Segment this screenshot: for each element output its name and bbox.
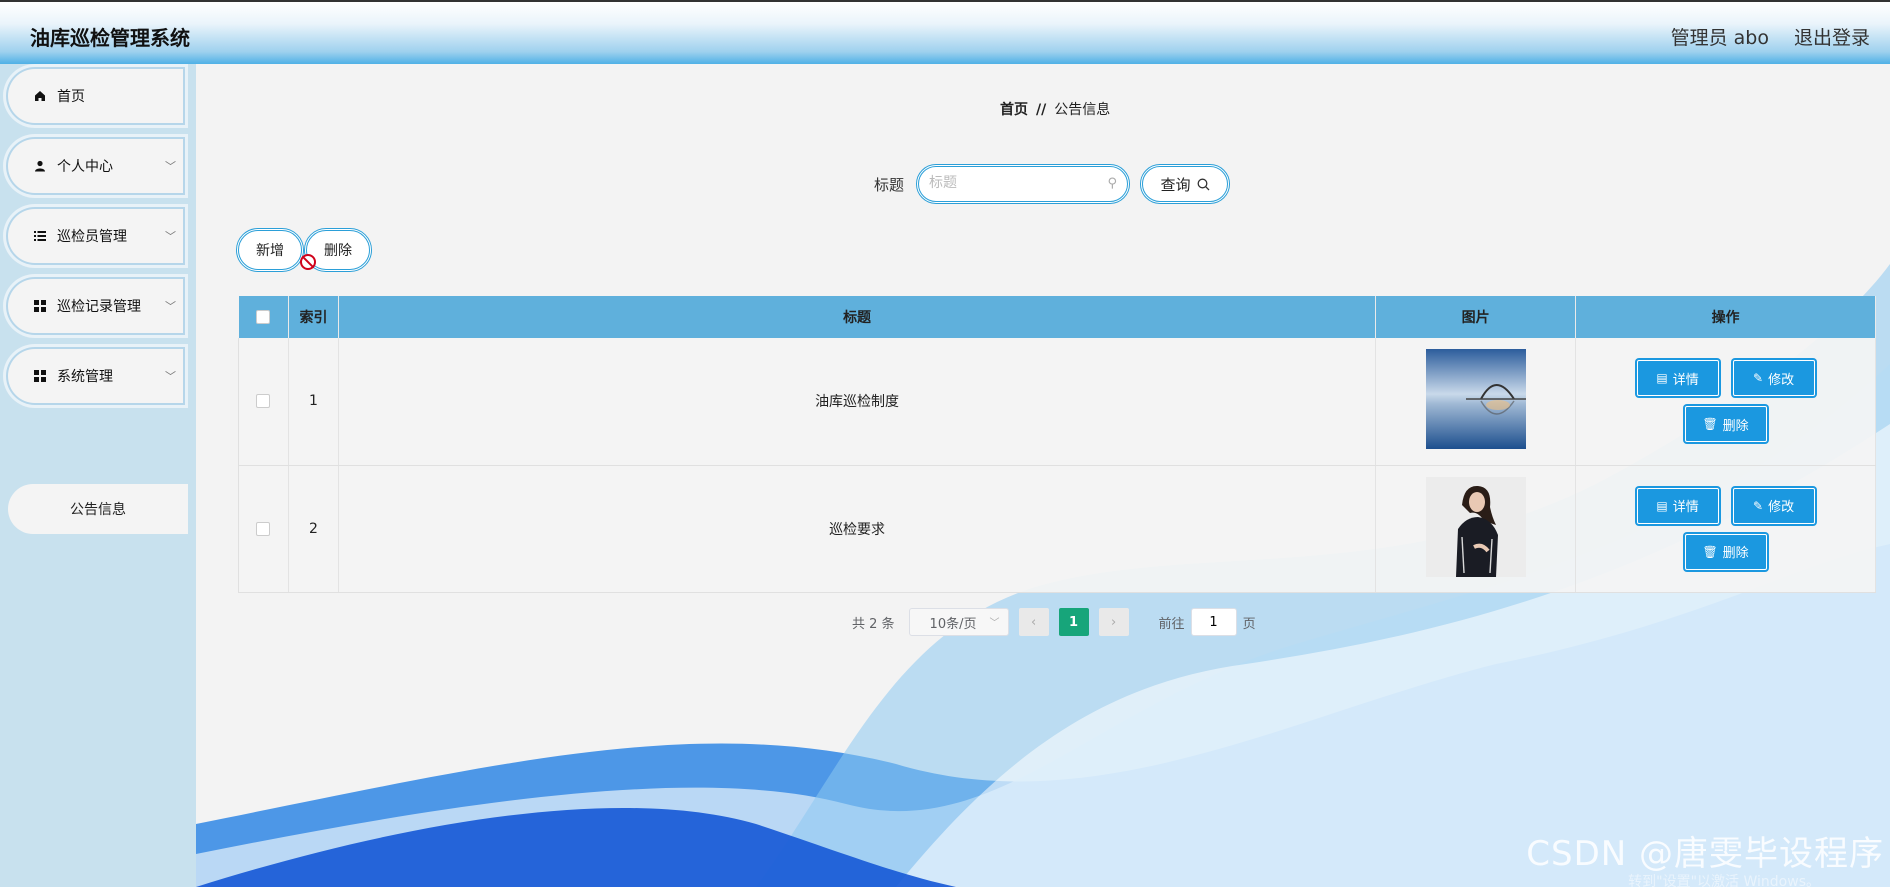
chevron-right-icon: › <box>1110 614 1117 630</box>
pagination: 共 2 条 10条/页 ﹀ ‹ 1 › 前往 页 <box>852 608 1256 636</box>
sidebar-item-label: 巡检员管理 <box>57 229 127 245</box>
search-icon: ⚲ <box>1107 176 1118 191</box>
query-button-label: 查询 <box>1160 175 1191 194</box>
column-header-image: 图片 <box>1375 296 1577 338</box>
column-header-title: 标题 <box>338 296 1377 338</box>
sidebar-item-label: 系统管理 <box>57 369 113 385</box>
row-actions: ▤ 详情 ✎ 修改 🗑 删除 <box>1575 338 1876 466</box>
search-label: 标题 <box>874 175 905 194</box>
pencil-icon: ✎ <box>1753 498 1764 513</box>
delete-label: 删除 <box>1722 546 1749 561</box>
trash-icon: 🗑 <box>1702 417 1718 432</box>
app-title: 油库巡检管理系统 <box>30 26 190 50</box>
logout-button[interactable]: 退出登录 <box>1794 23 1870 50</box>
chevron-down-icon: ﹀ <box>165 160 176 173</box>
detail-button[interactable]: ▤ 详情 <box>1636 360 1719 397</box>
search-icon <box>1197 178 1209 190</box>
notice-table: 索引 标题 图片 操作 1 油库巡检制度 ▤ 详情 ✎ 修改 🗑 删除 2 巡检… <box>238 296 1876 593</box>
table-row: 1 油库巡检制度 ▤ 详情 ✎ 修改 🗑 删除 <box>238 338 1876 466</box>
row-image-cell <box>1375 465 1577 593</box>
delete-button[interactable]: 🗑 删除 <box>1684 406 1767 443</box>
search-bar: 标题 ⚲ 查询 <box>874 164 1231 204</box>
detail-label: 详情 <box>1672 500 1699 515</box>
row-select-cell <box>238 465 289 593</box>
breadcrumb: 首页 // 公告信息 <box>1000 99 1110 119</box>
row-title: 油库巡检制度 <box>338 338 1377 466</box>
list-icon <box>31 230 49 242</box>
row-index: 2 <box>288 465 339 593</box>
header-user-area: 管理员 abo 退出登录 <box>1671 23 1870 50</box>
sidebar-item-profile[interactable]: 个人中心 ﹀ <box>3 134 188 198</box>
page-size-select[interactable]: 10条/页 ﹀ <box>908 608 1009 636</box>
sidebar-item-home[interactable]: 首页 <box>3 64 188 128</box>
notice-thumbnail-person[interactable] <box>1425 476 1526 577</box>
column-header-actions: 操作 <box>1575 296 1876 338</box>
windows-activation-notice: 转到"设置"以激活 Windows。 <box>1628 874 1820 887</box>
next-page-button[interactable]: › <box>1098 608 1129 636</box>
chevron-up-icon: ﹀ <box>165 370 176 383</box>
table-header-row: 索引 标题 图片 操作 <box>238 296 1876 338</box>
detail-button[interactable]: ▤ 详情 <box>1636 487 1719 524</box>
row-image-cell <box>1375 338 1577 466</box>
sidebar: 首页 个人中心 ﹀ 巡检员管理 ﹀ 巡检记录管理 ﹀ 系统管理 ﹀ 公告信息 <box>0 64 196 887</box>
add-button[interactable]: 新增 <box>236 228 304 272</box>
pagination-total: 共 2 条 <box>852 616 895 632</box>
row-actions: ▤ 详情 ✎ 修改 🗑 删除 <box>1575 465 1876 593</box>
search-input[interactable] <box>929 167 1100 199</box>
edit-label: 修改 <box>1768 500 1795 515</box>
sidebar-item-records[interactable]: 巡检记录管理 ﹀ <box>3 274 188 338</box>
edit-button[interactable]: ✎ 修改 <box>1732 487 1815 524</box>
grid-icon <box>31 370 49 382</box>
sidebar-item-label: 个人中心 <box>57 159 113 175</box>
row-checkbox[interactable] <box>256 521 271 536</box>
document-icon: ▤ <box>1656 371 1668 386</box>
search-field[interactable]: ⚲ <box>916 164 1131 204</box>
breadcrumb-home[interactable]: 首页 <box>1000 102 1028 118</box>
prev-page-button[interactable]: ‹ <box>1018 608 1049 636</box>
row-title: 巡检要求 <box>338 465 1377 593</box>
sidebar-item-label: 首页 <box>57 89 85 105</box>
edit-button[interactable]: ✎ 修改 <box>1732 360 1815 397</box>
sidebar-item-system[interactable]: 系统管理 ﹀ <box>3 344 188 408</box>
select-all-checkbox[interactable] <box>256 310 271 324</box>
grid-icon <box>31 300 49 312</box>
user-label[interactable]: 管理员 abo <box>1671 23 1769 50</box>
column-header-index: 索引 <box>288 296 339 338</box>
page-number-current[interactable]: 1 <box>1058 608 1089 636</box>
document-icon: ▤ <box>1656 498 1668 513</box>
chevron-down-icon: ﹀ <box>165 300 176 313</box>
breadcrumb-current: 公告信息 <box>1054 102 1111 118</box>
sidebar-item-inspectors[interactable]: 巡检员管理 ﹀ <box>3 204 188 268</box>
home-icon <box>31 90 49 102</box>
goto-label: 前往 <box>1158 616 1185 632</box>
row-checkbox[interactable] <box>256 394 271 409</box>
row-index: 1 <box>288 338 339 466</box>
sidebar-subitem-notices[interactable]: 公告信息 <box>8 484 188 534</box>
user-icon <box>31 160 49 172</box>
chevron-down-icon: ﹀ <box>989 618 1000 629</box>
select-all-header[interactable] <box>238 296 289 338</box>
edit-label: 修改 <box>1768 372 1795 388</box>
main-content: 首页 // 公告信息 标题 ⚲ 查询 新增 删除 索引 标题 图片 操作 <box>196 64 1890 887</box>
page-suffix: 页 <box>1242 616 1256 632</box>
sidebar-item-label: 巡检记录管理 <box>57 299 141 315</box>
notice-thumbnail-bridge[interactable] <box>1425 349 1526 450</box>
not-allowed-cursor-icon <box>300 254 316 270</box>
delete-button[interactable]: 🗑 删除 <box>1684 533 1767 570</box>
csdn-watermark: CSDN @唐雯毕设程序 <box>1526 834 1884 874</box>
page-size-value: 10条/页 <box>929 616 977 632</box>
goto-page-input[interactable] <box>1190 608 1237 636</box>
chevron-down-icon: ﹀ <box>165 230 176 243</box>
delete-label: 删除 <box>1722 418 1749 434</box>
breadcrumb-separator: // <box>1036 102 1047 118</box>
trash-icon: 🗑 <box>1702 544 1718 559</box>
query-button[interactable]: 查询 <box>1140 164 1231 204</box>
pencil-icon: ✎ <box>1753 371 1764 386</box>
chevron-left-icon: ‹ <box>1030 614 1037 630</box>
row-select-cell <box>238 338 289 466</box>
app-header: 油库巡检管理系统 管理员 abo 退出登录 <box>0 0 1890 64</box>
table-row: 2 巡检要求 ▤ 详情 ✎ 修改 🗑 删除 <box>238 465 1876 593</box>
detail-label: 详情 <box>1672 372 1699 388</box>
